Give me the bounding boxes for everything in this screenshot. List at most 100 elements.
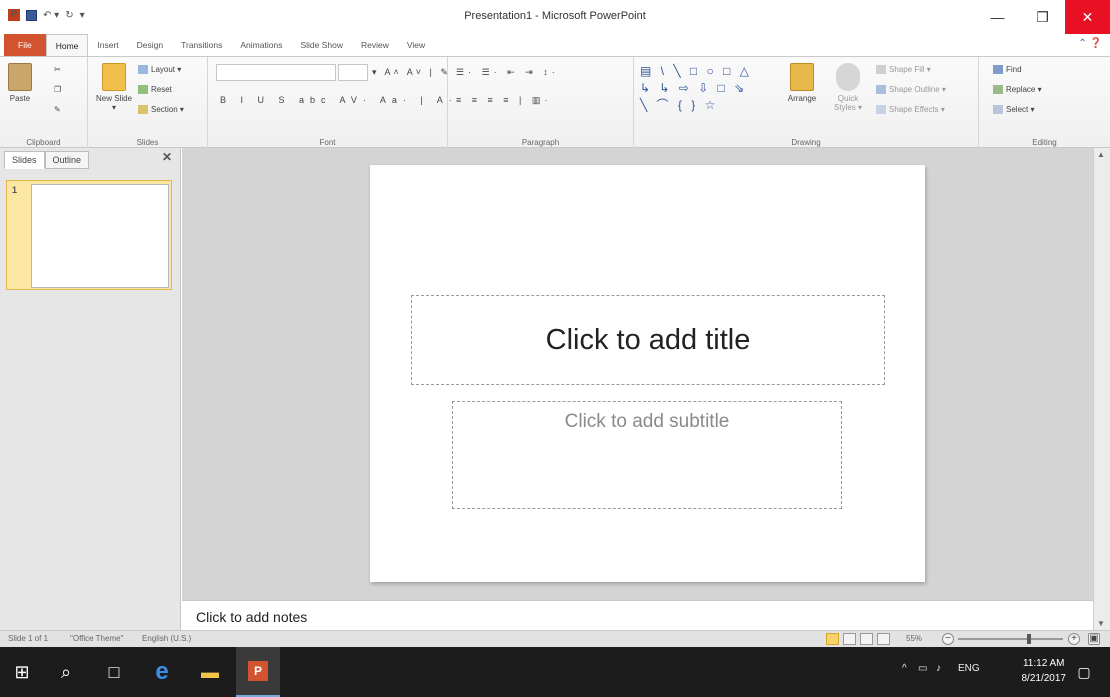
- zoom-slider-thumb[interactable]: [1027, 634, 1031, 644]
- subtitle-placeholder[interactable]: Click to add subtitle: [452, 401, 842, 509]
- font-format-row[interactable]: B I U S abc AV· Aa· | A·: [220, 95, 458, 105]
- tab-insert[interactable]: Insert: [88, 34, 127, 56]
- font-grow-shrink-row[interactable]: ▾ A˄ A˅ | ✎: [372, 67, 451, 78]
- help-icon[interactable]: ⌃ ❓: [1078, 38, 1102, 49]
- select-button[interactable]: Select ▾: [993, 105, 1034, 115]
- scroll-up-icon[interactable]: ▲: [1097, 150, 1105, 159]
- slide-sorter-view-button[interactable]: [843, 633, 856, 645]
- paragraph-row-1[interactable]: ☰· ☰· ⇤ ⇥ ↕·: [456, 67, 559, 78]
- paragraph-row-2[interactable]: ≡ ≡ ≡ ≡ | ▥·: [456, 95, 551, 106]
- input-language[interactable]: ENG: [958, 663, 980, 674]
- find-icon: [993, 65, 1003, 75]
- reading-view-button[interactable]: [860, 633, 873, 645]
- vertical-scrollbar[interactable]: ▲ ▼: [1093, 148, 1110, 630]
- slide-show-view-button[interactable]: [877, 633, 890, 645]
- zoom-slider[interactable]: [958, 638, 1063, 640]
- zoom-in-button[interactable]: +: [1068, 633, 1080, 645]
- close-button[interactable]: ✕: [1065, 0, 1110, 34]
- tab-slide-show[interactable]: Slide Show: [291, 34, 352, 56]
- maximize-button[interactable]: ❐: [1020, 0, 1065, 34]
- fit-slide-button[interactable]: ▣: [1088, 633, 1100, 645]
- reset-button[interactable]: Reset: [138, 85, 172, 95]
- shapes-gallery[interactable]: ▤ \ ╲ □ ○ □ △ ↳ ↳ ⇨ ⇩ □ ⇘ ╲ ⌒ { } ☆: [640, 63, 760, 119]
- font-size-box[interactable]: [338, 64, 368, 81]
- quick-styles-label: Quick Styles ▾: [833, 94, 863, 112]
- ribbon: Paste ✂ ❐ ✎ Clipboard New Slide ▾ Layout…: [0, 56, 1110, 149]
- slide-thumbnail-number: 1: [12, 185, 18, 195]
- reset-icon: [138, 85, 148, 95]
- language-indicator[interactable]: English (U.S.): [142, 634, 191, 643]
- volume-icon[interactable]: ♪: [936, 663, 941, 674]
- group-label-clipboard: Clipboard: [26, 138, 61, 147]
- tray-overflow-chevron-icon[interactable]: ^: [902, 663, 907, 674]
- slides-pane: Slides Outline ✕ 1: [0, 148, 181, 630]
- tab-home[interactable]: Home: [45, 34, 89, 56]
- close-pane-icon[interactable]: ✕: [162, 150, 172, 164]
- group-slides: New Slide ▾ Layout ▾ Reset Section ▾ Sli…: [88, 57, 208, 149]
- shape-effects-icon: [876, 105, 886, 115]
- font-name-box[interactable]: [216, 64, 336, 81]
- edge-browser-icon[interactable]: e: [140, 647, 184, 697]
- quick-styles-button[interactable]: Quick Styles ▾: [828, 63, 868, 112]
- tab-transitions[interactable]: Transitions: [172, 34, 231, 56]
- slide-count: Slide 1 of 1: [8, 634, 49, 643]
- taskbar-clock[interactable]: 11:12 AM 8/21/2017: [1022, 656, 1067, 686]
- title-bar: P ↶ ▾ ↻ ▾ Presentation1 - Microsoft Powe…: [0, 0, 1110, 34]
- powerpoint-taskbar-button[interactable]: P: [236, 647, 280, 697]
- scroll-down-icon[interactable]: ▼: [1097, 619, 1105, 628]
- layout-button[interactable]: Layout ▾: [138, 65, 181, 75]
- tab-design[interactable]: Design: [128, 34, 172, 56]
- tab-slides[interactable]: Slides: [4, 151, 45, 169]
- arrange-icon: [790, 63, 814, 91]
- file-explorer-icon[interactable]: ▬: [188, 647, 232, 697]
- new-slide-button[interactable]: New Slide ▾: [96, 63, 132, 112]
- network-icon[interactable]: ▭: [918, 663, 927, 674]
- format-painter-icon[interactable]: ✎: [54, 105, 61, 114]
- new-slide-label: New Slide ▾: [96, 94, 133, 112]
- notes-pane[interactable]: Click to add notes: [182, 600, 1093, 630]
- group-clipboard: Paste ✂ ❐ ✎ Clipboard: [0, 57, 88, 149]
- search-icon[interactable]: ⌕: [44, 647, 88, 697]
- zoom-level[interactable]: 55%: [906, 634, 922, 643]
- slide-thumbnail-item[interactable]: 1: [6, 180, 172, 290]
- theme-name: "Office Theme": [70, 634, 124, 643]
- shape-outline-button[interactable]: Shape Outline ▾: [876, 85, 946, 95]
- shape-effects-label: Shape Effects ▾: [889, 105, 945, 114]
- tab-outline[interactable]: Outline: [44, 151, 90, 169]
- slide-canvas[interactable]: Click to add title Click to add subtitle: [370, 165, 925, 582]
- tab-view[interactable]: View: [398, 34, 434, 56]
- new-slide-icon: [102, 63, 126, 91]
- shape-effects-button[interactable]: Shape Effects ▾: [876, 105, 945, 115]
- start-button[interactable]: ⊞: [0, 647, 44, 697]
- cut-icon[interactable]: ✂: [54, 65, 61, 74]
- find-button[interactable]: Find: [993, 65, 1022, 75]
- task-view-icon[interactable]: □: [92, 647, 136, 697]
- arrange-button[interactable]: Arrange: [780, 63, 824, 103]
- group-paragraph: ☰· ☰· ⇤ ⇥ ↕· ≡ ≡ ≡ ≡ | ▥· Paragraph: [448, 57, 634, 149]
- paste-icon: [8, 63, 32, 91]
- normal-view-button[interactable]: [826, 633, 839, 645]
- action-center-icon[interactable]: ▢: [1062, 647, 1106, 697]
- powerpoint-taskbar-icon: P: [248, 661, 268, 681]
- tab-animations[interactable]: Animations: [231, 34, 291, 56]
- ribbon-tabs: File Home Insert Design Transitions Anim…: [0, 34, 1110, 56]
- window-title: Presentation1 - Microsoft PowerPoint: [464, 10, 646, 22]
- replace-icon: [993, 85, 1003, 95]
- replace-button[interactable]: Replace ▾: [993, 85, 1042, 95]
- find-label: Find: [1006, 65, 1022, 74]
- clock-time: 11:12 AM: [1022, 658, 1065, 669]
- reset-label: Reset: [151, 85, 172, 94]
- section-button[interactable]: Section ▾: [138, 105, 184, 115]
- title-placeholder[interactable]: Click to add title: [411, 295, 885, 385]
- group-label-font: Font: [319, 138, 336, 147]
- clock-date: 8/21/2017: [1021, 673, 1067, 684]
- slide-thumbnail[interactable]: [31, 184, 169, 288]
- tab-review[interactable]: Review: [352, 34, 398, 56]
- shape-fill-button[interactable]: Shape Fill ▾: [876, 65, 931, 75]
- tab-file[interactable]: File: [4, 34, 46, 56]
- copy-icon[interactable]: ❐: [54, 85, 61, 94]
- taskbar: ⊞ ⌕ □ e ▬ P ^ ▭ ♪ ENG 11:12 AM 8/21/2017…: [0, 647, 1110, 697]
- zoom-out-button[interactable]: −: [942, 633, 954, 645]
- minimize-button[interactable]: —: [975, 0, 1020, 34]
- paste-button[interactable]: Paste: [2, 63, 38, 103]
